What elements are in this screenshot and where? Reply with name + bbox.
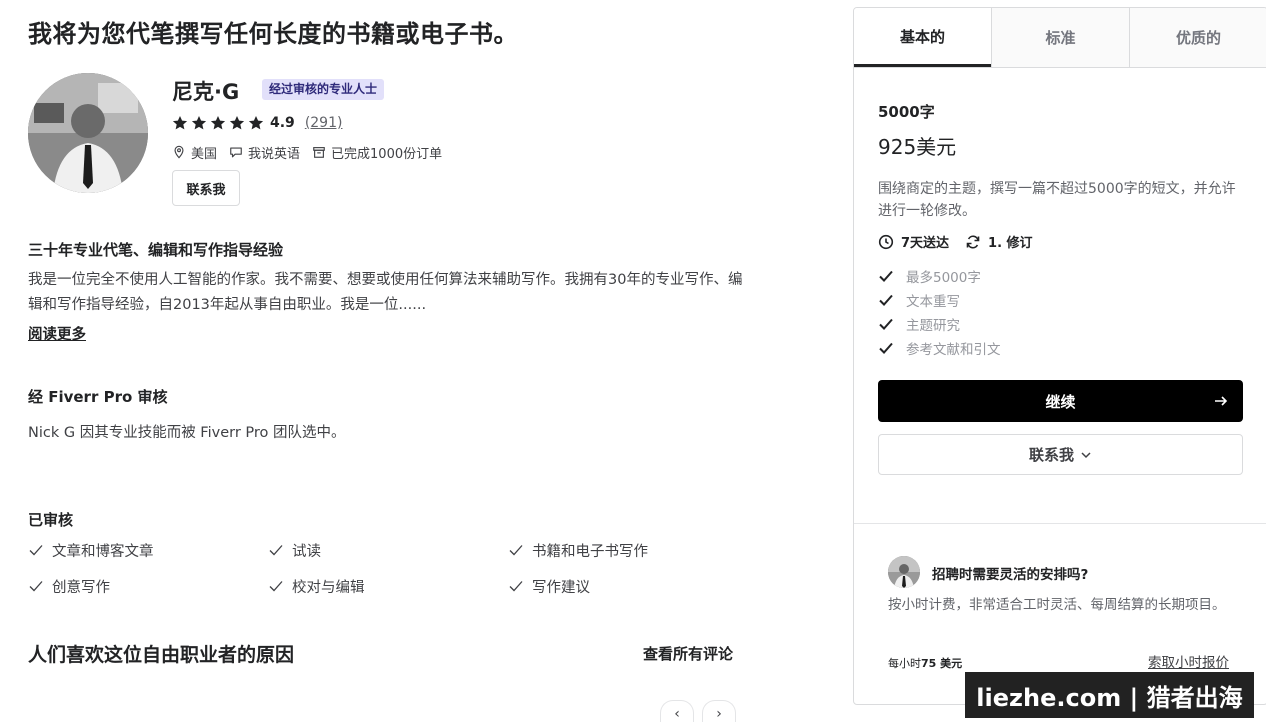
- tab-premium[interactable]: 优质的: [1129, 8, 1266, 67]
- reviews-heading: 人们喜欢这位自由职业者的原因: [28, 644, 295, 666]
- check-icon: [269, 581, 283, 592]
- package-card: 基本的 标准 优质的 5000字 925美元 围绕商定的主题，撰写一篇不超过50…: [853, 7, 1266, 705]
- hourly-rate-value: 75 美元: [921, 657, 963, 670]
- tab-standard[interactable]: 标准: [991, 8, 1129, 67]
- vetted-skill-label: 文章和博客文章: [52, 543, 154, 560]
- see-all-reviews-link[interactable]: 查看所有评论: [643, 643, 733, 664]
- delivery-info: 7天送达 1. 修订: [878, 232, 1033, 251]
- delivery-time-text: 7天送达: [901, 236, 950, 251]
- package-feature-label: 参考文献和引文: [906, 342, 1001, 358]
- vetted-skill: 写作建议: [508, 576, 748, 596]
- about-heading: 三十年专业代笔、编辑和写作指导经验: [28, 241, 284, 259]
- read-more-link[interactable]: 阅读更多: [28, 323, 86, 344]
- box-icon: [313, 147, 325, 158]
- pro-heading: 经 Fiverr Pro 审核: [28, 388, 168, 406]
- package-feature-label: 主题研究: [906, 318, 960, 334]
- contact-me-dropdown-button[interactable]: 联系我: [878, 434, 1243, 475]
- vetted-skill-label: 书籍和电子书写作: [532, 543, 648, 560]
- package-description: 围绕商定的主题，撰写一篇不超过5000字的短文，并允许进行一轮修改。: [878, 181, 1236, 219]
- vetted-skills-list: 文章和博客文章 试读 书籍和电子书写作 创意写作 校对与编辑 写作建议: [28, 540, 748, 596]
- package-price: 925美元: [878, 135, 957, 159]
- pro-text: Nick G 因其专业技能而被 Fiverr Pro 团队选中。: [28, 425, 346, 441]
- continue-button[interactable]: 继续: [878, 380, 1243, 422]
- vetted-skill-label: 试读: [292, 543, 321, 560]
- check-icon: [879, 342, 893, 354]
- star-icon: [248, 116, 264, 130]
- vetted-skill: 书籍和电子书写作: [508, 540, 748, 560]
- about-text: 我是一位完全不使用人工智能的作家。我不需要、想要或使用任何算法来辅助写作。我拥有…: [28, 272, 743, 313]
- arrow-right-icon: [1215, 396, 1228, 406]
- location-pin-icon: [174, 145, 184, 159]
- star-icon: [172, 116, 188, 130]
- check-icon: [29, 581, 43, 592]
- refresh-icon: [966, 234, 980, 249]
- hourly-title: 招聘时需要灵活的安排吗?: [932, 567, 1089, 583]
- clock-icon: [878, 234, 894, 249]
- vetted-skill: 文章和博客文章: [28, 540, 268, 560]
- continue-label: 继续: [1045, 392, 1076, 411]
- revisions-text: 1. 修订: [988, 236, 1033, 251]
- star-icon: [191, 116, 207, 130]
- location-meta: 美国: [172, 143, 217, 162]
- orders-meta: 已完成1000份订单: [312, 143, 442, 162]
- hourly-rate-prefix: 每小时: [888, 657, 921, 670]
- tab-basic[interactable]: 基本的: [854, 8, 991, 67]
- check-icon: [879, 294, 893, 306]
- revisions-info: 1. 修订: [965, 232, 1033, 251]
- package-features: 最多5000字 文本重写 主题研究 参考文献和引文: [878, 264, 1001, 360]
- seller-photo-icon: [888, 556, 920, 588]
- check-icon: [269, 545, 283, 556]
- vetted-skill-label: 创意写作: [52, 579, 110, 596]
- watermark: liezhe.com | 猎者出海: [965, 672, 1254, 718]
- carousel-next-button[interactable]: ›: [702, 700, 736, 722]
- seller-avatar[interactable]: [28, 73, 148, 193]
- seller-meta: 美国 我说英语 已完成1000份订单: [172, 142, 442, 162]
- chevron-down-icon: [1081, 451, 1091, 458]
- pro-badge: 经过审核的专业人士: [262, 79, 385, 100]
- rating-stars: [172, 115, 264, 131]
- carousel-prev-button[interactable]: ‹: [660, 700, 694, 722]
- star-icon: [210, 116, 226, 130]
- check-icon: [29, 545, 43, 556]
- rating-row: 4.9 (291): [172, 113, 342, 133]
- gig-title: 我将为您代笔撰写任何长度的书籍或电子书。: [28, 20, 518, 48]
- vetted-skill-label: 校对与编辑: [292, 579, 365, 596]
- contact-seller-button[interactable]: 联系我: [172, 170, 240, 206]
- language-text: 我说英语: [248, 146, 301, 162]
- star-icon: [229, 116, 245, 130]
- rating-score: 4.9: [270, 115, 295, 131]
- check-icon: [509, 581, 523, 592]
- package-feature-label: 最多5000字: [906, 270, 981, 286]
- seller-name[interactable]: 尼克·G: [172, 76, 239, 106]
- package-name: 5000字: [878, 103, 935, 121]
- check-icon: [879, 318, 893, 330]
- vetted-skill: 创意写作: [28, 576, 268, 596]
- contact-me-label: 联系我: [1028, 446, 1074, 464]
- package-feature: 参考文献和引文: [878, 336, 1001, 360]
- package-feature-label: 文本重写: [906, 294, 960, 310]
- orders-text: 已完成1000份订单: [331, 146, 443, 162]
- hourly-description: 按小时计费，非常适合工时灵活、每周结算的长期项目。: [888, 597, 1226, 613]
- delivery-time: 7天送达: [878, 232, 949, 251]
- language-meta: 我说英语: [229, 143, 300, 162]
- vetted-skill: 校对与编辑: [268, 576, 508, 596]
- hourly-seller-avatar: [888, 556, 920, 588]
- rating-count-link[interactable]: (291): [305, 115, 343, 131]
- package-feature: 主题研究: [878, 312, 1001, 336]
- check-icon: [879, 270, 893, 282]
- vetted-skill: 试读: [268, 540, 508, 560]
- check-icon: [509, 545, 523, 556]
- package-tabs: 基本的 标准 优质的: [854, 8, 1266, 68]
- location-text: 美国: [191, 146, 218, 162]
- hourly-rate: 每小时75 美元: [888, 655, 962, 671]
- reviews-carousel-controls: ‹ ›: [660, 700, 736, 722]
- seller-photo-icon: [28, 73, 148, 193]
- vetted-heading: 已审核: [28, 511, 74, 529]
- package-feature: 最多5000字: [878, 264, 1001, 288]
- chat-bubble-icon: [230, 147, 242, 158]
- card-divider: [854, 523, 1266, 524]
- package-feature: 文本重写: [878, 288, 1001, 312]
- request-hourly-quote-link[interactable]: 索取小时报价: [1148, 651, 1229, 671]
- vetted-skill-label: 写作建议: [532, 579, 590, 596]
